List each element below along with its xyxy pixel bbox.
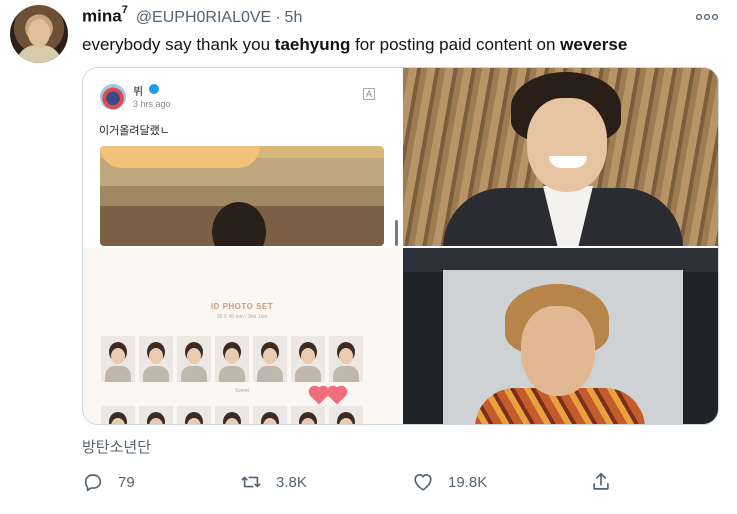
tile-face xyxy=(339,348,353,364)
id-photo-tile xyxy=(101,336,135,382)
tile-body xyxy=(181,366,207,382)
photo-smile xyxy=(549,156,587,168)
retweet-icon xyxy=(241,476,261,488)
tweet[interactable]: mina7 @EUPH0RIAL0VE · 5h everybody say t… xyxy=(0,0,737,514)
avatar[interactable] xyxy=(10,5,68,63)
id-photo-tile xyxy=(215,406,249,424)
heart-icon xyxy=(414,474,432,491)
weverse-post-text: 이거올려달랬ㄴ xyxy=(99,125,170,137)
id-photo-tile xyxy=(177,406,211,424)
id-photo-tile xyxy=(329,406,363,424)
id-photo-set-subtitle: 35 X 45 mm / 3ea 1set xyxy=(216,314,268,320)
tile-body xyxy=(295,366,321,382)
scrollbar xyxy=(395,220,398,246)
id-photo-tile xyxy=(177,336,211,382)
id-photo-tile xyxy=(291,336,325,382)
heart-sticker-icon xyxy=(328,387,346,405)
photo-face xyxy=(521,306,595,396)
retweet-count: 3.8K xyxy=(276,473,307,491)
media-image-weverse-post[interactable]: 뷔 3 hrs ago A 이거올려달랬ㄴ xyxy=(83,68,401,246)
tweet-text-part: everybody say thank you xyxy=(82,35,275,54)
media-grid: 뷔 3 hrs ago A 이거올려달랬ㄴ ID PHOTO SET 35 X … xyxy=(82,67,719,425)
tweet-text: everybody say thank you taehyung for pos… xyxy=(82,34,627,56)
id-photo-row-2 xyxy=(101,406,363,424)
tile-body xyxy=(257,366,283,382)
weverse-avatar xyxy=(100,84,126,110)
tile-body xyxy=(143,366,169,382)
retweet-button[interactable]: 3.8K xyxy=(240,470,307,494)
avatar-face xyxy=(28,19,50,47)
like-count: 19.8K xyxy=(448,473,488,491)
tile-body xyxy=(219,366,245,382)
share-button[interactable] xyxy=(590,470,612,494)
tile-face xyxy=(187,348,201,364)
verified-badge-icon xyxy=(149,84,159,94)
heart-sticker-icon xyxy=(310,387,328,405)
media-image-screen-photo[interactable] xyxy=(403,248,718,424)
tile-face xyxy=(301,348,315,364)
tile-face xyxy=(225,348,239,364)
author-name[interactable]: mina7 xyxy=(82,4,128,27)
like-button[interactable]: 19.8K xyxy=(412,470,487,494)
reply-button[interactable]: 79 xyxy=(82,470,135,494)
separator-dot: · xyxy=(275,8,281,26)
share-icon xyxy=(593,472,609,490)
reply-count: 79 xyxy=(118,473,135,491)
id-photo-tile xyxy=(253,336,287,382)
more-options-icon[interactable] xyxy=(692,6,722,28)
id-photo-tile xyxy=(291,406,325,424)
translate-icon: A xyxy=(363,88,376,100)
photo-lamp xyxy=(100,146,260,168)
weverse-post-photo xyxy=(100,146,384,246)
tweet-actions: 79 3.8K 19.8K xyxy=(82,470,642,494)
id-photo-tile xyxy=(101,406,135,424)
tweet-text-bold: weverse xyxy=(560,35,628,54)
tile-face xyxy=(111,348,125,364)
tile-face xyxy=(263,348,277,364)
author-name-text: mina xyxy=(82,6,122,26)
avatar-shirt xyxy=(16,45,62,63)
tweet-header: mina7 @EUPH0RIAL0VE · 5h xyxy=(82,4,303,30)
tile-body xyxy=(105,366,131,382)
id-photo-tile xyxy=(139,406,173,424)
tile-face xyxy=(149,348,163,364)
author-name-superscript: 7 xyxy=(121,4,128,16)
tweet-text-bold: taehyung xyxy=(274,35,351,54)
photo-face xyxy=(527,98,607,192)
screen-toolbar xyxy=(403,248,718,272)
id-photo-caption: Sweet xyxy=(235,388,249,394)
timestamp[interactable]: 5h xyxy=(285,9,303,27)
author-handle[interactable]: @EUPH0RIAL0VE xyxy=(136,9,271,27)
media-caption[interactable]: 방탄소년단 xyxy=(82,436,151,457)
id-photo-tile xyxy=(329,336,363,382)
id-photo-set-title: ID PHOTO SET xyxy=(210,302,274,311)
reply-icon xyxy=(84,474,102,492)
id-photo-row-1 xyxy=(101,336,363,382)
photo-person xyxy=(212,202,266,246)
id-photo-tile xyxy=(139,336,173,382)
media-image-smiling-portrait[interactable] xyxy=(403,68,718,246)
id-photo-tile xyxy=(215,336,249,382)
tile-body xyxy=(333,366,359,382)
id-photo-tile xyxy=(253,406,287,424)
media-image-id-photo-set[interactable]: ID PHOTO SET 35 X 45 mm / 3ea 1set Sweet xyxy=(83,248,401,424)
weverse-post-time: 3 hrs ago xyxy=(133,99,171,109)
tweet-text-part: for posting paid content on xyxy=(350,35,561,54)
weverse-author-name: 뷔 xyxy=(133,86,144,98)
